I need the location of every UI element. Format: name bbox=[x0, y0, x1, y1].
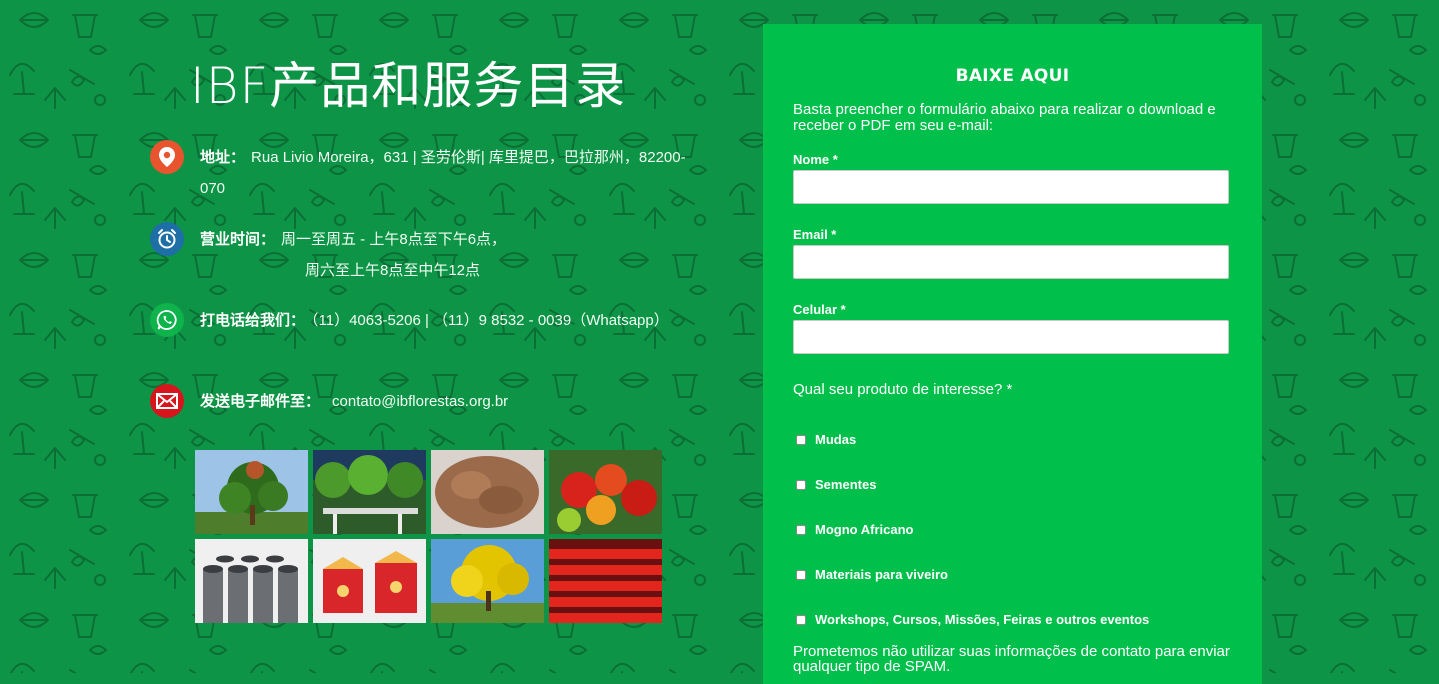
hours-label: 营业时间： bbox=[200, 231, 276, 248]
interest-question: Qual seu produto de interesse? * bbox=[793, 381, 1013, 398]
page-title: IBF产品和服务目录 bbox=[190, 57, 627, 115]
email-field-label: Email * bbox=[793, 227, 837, 242]
phone-label: 打电话给我们： bbox=[200, 312, 306, 329]
email-label: 发送电子邮件至： bbox=[200, 393, 321, 410]
option-mogno-africano[interactable]: Mogno Africano bbox=[796, 522, 913, 537]
envelope-icon bbox=[150, 384, 184, 418]
option-sementes[interactable]: Sementes bbox=[796, 477, 876, 492]
yellow-tree-photo bbox=[431, 539, 544, 623]
option-materiais[interactable]: Materiais para viveiro bbox=[796, 567, 948, 582]
alarm-clock-icon bbox=[150, 222, 184, 256]
checkbox[interactable] bbox=[796, 569, 806, 580]
form-intro: Basta preencher o formulário abaixo para… bbox=[793, 101, 1216, 134]
address-label: 地址： bbox=[200, 149, 246, 166]
tree-photo bbox=[195, 450, 308, 534]
photo-gallery bbox=[195, 450, 663, 623]
address-value: Rua Livio Moreira，631 | 圣劳伦斯| 库里提巴，巴拉那州，… bbox=[200, 149, 686, 197]
contact-address: 地址： Rua Livio Moreira，631 | 圣劳伦斯| 库里提巴，巴拉… bbox=[150, 140, 690, 204]
name-field[interactable] bbox=[793, 170, 1229, 204]
email-value[interactable]: contato@ibflorestas.org.br bbox=[332, 393, 508, 410]
fruit-photo bbox=[549, 450, 662, 534]
option-mudas[interactable]: Mudas bbox=[796, 432, 856, 447]
option-label: Materiais para viveiro bbox=[815, 567, 948, 582]
option-label: Workshops, Cursos, Missões, Feiras e out… bbox=[815, 612, 1150, 627]
boxes-photo bbox=[313, 539, 426, 623]
contact-phone: 打电话给我们： （11）4063-5206 | （11）9 8532 - 0039… bbox=[150, 303, 690, 337]
contact-email: 发送电子邮件至： contato@ibflorestas.org.br bbox=[150, 384, 690, 418]
hours-value-weekday: 周一至周五 - 上午8点至下午6点， bbox=[281, 231, 507, 248]
checkbox[interactable] bbox=[796, 614, 806, 625]
download-form: BAIXE AQUI Basta preencher o formulário … bbox=[763, 24, 1262, 684]
option-workshops[interactable]: Workshops, Cursos, Missões, Feiras e out… bbox=[796, 612, 1149, 627]
option-label: Sementes bbox=[815, 477, 877, 492]
contact-hours: 营业时间： 周一至周五 - 上午8点至下午6点， 周六至上午8点至中午12点 bbox=[150, 222, 690, 286]
phone-field[interactable] bbox=[793, 320, 1229, 354]
tubes-photo bbox=[195, 539, 308, 623]
form-title: BAIXE AQUI bbox=[955, 66, 1070, 86]
whatsapp-icon bbox=[150, 303, 184, 337]
privacy-note: Prometemos não utilizar suas informações… bbox=[793, 643, 1230, 675]
option-label: Mudas bbox=[815, 432, 857, 447]
phone-field-label: Celular * bbox=[793, 302, 846, 317]
name-label: Nome * bbox=[793, 152, 838, 167]
red-trays-photo bbox=[549, 539, 662, 623]
nursery-photo bbox=[313, 450, 426, 534]
checkbox[interactable] bbox=[796, 434, 806, 445]
email-field[interactable] bbox=[793, 245, 1229, 279]
hours-value-saturday: 周六至上午8点至中午12点 bbox=[305, 262, 481, 279]
phone-value: （11）4063-5206 | （11）9 8532 - 0039（Whatsa… bbox=[311, 312, 669, 329]
checkbox[interactable] bbox=[796, 524, 806, 535]
option-label: Mogno Africano bbox=[815, 522, 914, 537]
location-pin-icon bbox=[150, 140, 184, 174]
contact-section: IBF产品和服务目录 地址： Rua Livio Moreira，631 | 圣劳… bbox=[150, 0, 710, 673]
checkbox[interactable] bbox=[796, 479, 806, 490]
seeds-photo bbox=[431, 450, 544, 534]
